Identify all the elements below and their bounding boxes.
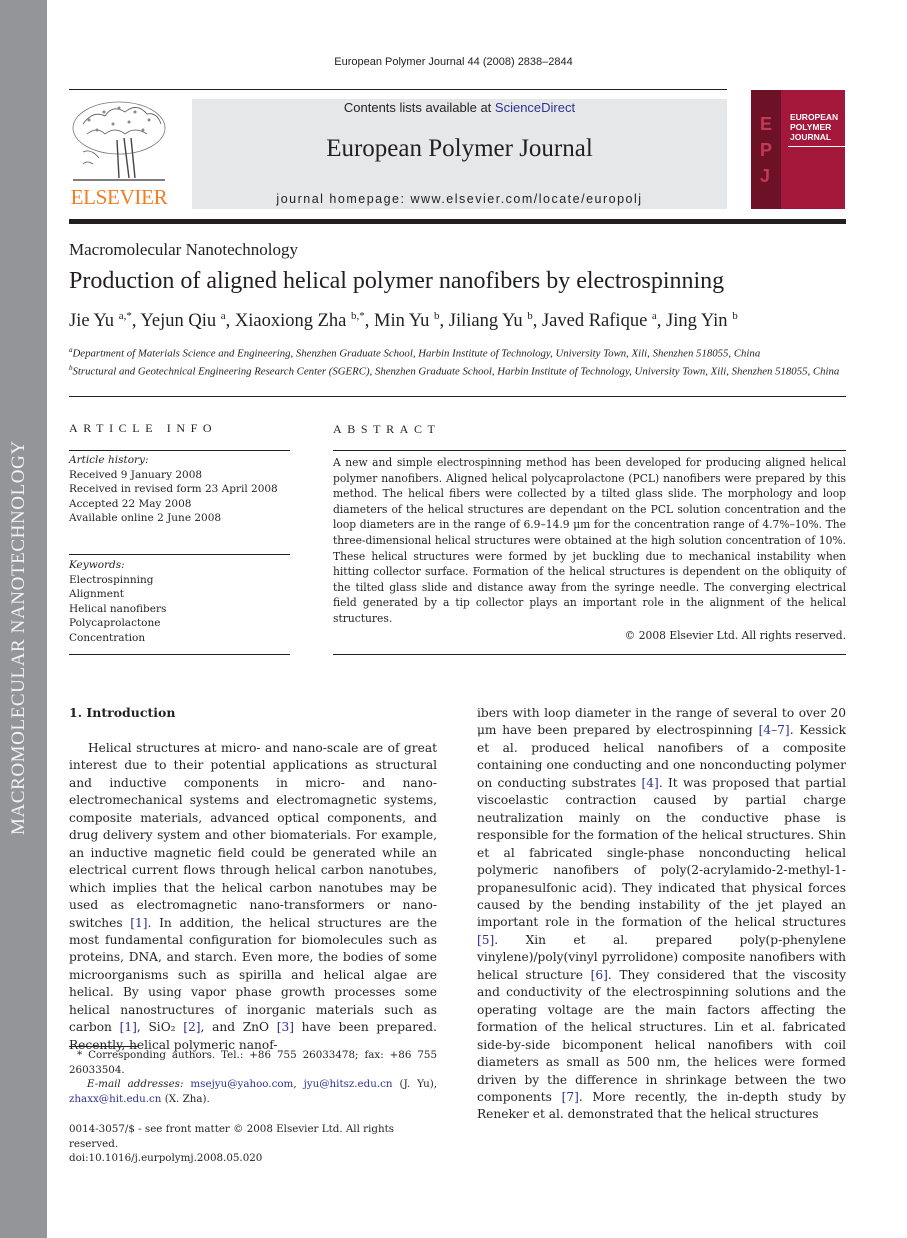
cover-letter: J (760, 166, 771, 186)
elsevier-wordmark: ELSEVIER (70, 185, 168, 209)
author[interactable]: Yejun Qiu a (140, 310, 225, 331)
keyword: Alignment (69, 588, 124, 600)
keywords: Keywords: Electrospinning Alignment Heli… (69, 558, 166, 645)
divider (333, 450, 846, 451)
running-head: European Polymer Journal 44 (2008) 2838–… (334, 56, 573, 68)
cover-divider (788, 146, 845, 147)
header-thick-rule (69, 219, 846, 224)
article-section: Macromolecular Nanotechnology (69, 240, 298, 259)
cover-title-line: POLYMER (790, 122, 832, 132)
journal-name: European Polymer Journal (326, 135, 593, 162)
keyword: Concentration (69, 631, 146, 644)
divider (69, 396, 846, 397)
article-history: Article history: Received 9 January 2008… (69, 453, 278, 526)
keywords-label: Keywords: (69, 559, 125, 571)
keyword: Polycaprolactone (69, 617, 161, 629)
citation-link[interactable]: [3] (277, 1020, 294, 1034)
article-info-heading: ARTICLE INFO (69, 421, 218, 435)
author[interactable]: Jing Yin b (666, 310, 738, 331)
history-item: Received 9 January 2008 (69, 468, 203, 481)
journal-banner: Contents lists available at ScienceDirec… (192, 99, 727, 209)
cover-letter: P (760, 140, 773, 160)
corresponding-note: * Corresponding authors. Tel.: +86 755 2… (69, 1049, 437, 1076)
author-list: Jie Yu a,*, Yejun Qiu a, Xiaoxiong Zha b… (69, 310, 738, 332)
journal-cover-thumbnail[interactable]: E P J EUROPEAN POLYMER JOURNAL (751, 90, 845, 209)
divider (69, 554, 290, 555)
contents-prefix: Contents lists available at (343, 100, 495, 115)
abstract-heading: ABSTRACT (333, 422, 441, 436)
cover-title-line: EUROPEAN (790, 112, 839, 122)
divider (333, 654, 846, 655)
history-item: Available online 2 June 2008 (69, 512, 222, 524)
header-rule (69, 89, 727, 90)
body-text: , SiO₂ (136, 1020, 184, 1035)
cover-title-line: JOURNAL (790, 132, 832, 142)
affiliation-b: bStructural and Geotechnical Engineering… (69, 364, 840, 378)
abstract-copyright: © 2008 Elsevier Ltd. All rights reserved… (624, 629, 846, 642)
body-column-right: ibers with loop diameter in the range of… (477, 705, 846, 1124)
side-band-label: MACROMOLECULAR NANOTECHNOLOGY (8, 440, 29, 835)
citation-link[interactable]: [4] (642, 776, 659, 790)
footnote: * Corresponding authors. Tel.: +86 755 2… (69, 1048, 437, 1106)
journal-homepage-link[interactable]: journal homepage: www.elsevier.com/locat… (192, 192, 727, 206)
history-item: Received in revised form 23 April 2008 (69, 483, 278, 495)
citation-link[interactable]: [6] (591, 968, 608, 982)
citation-link[interactable]: [7] (562, 1090, 579, 1104)
author[interactable]: Jiliang Yu b (449, 310, 533, 331)
abstract-text: A new and simple electrospinning method … (333, 456, 846, 625)
email-link[interactable]: zhaxx@hit.edu.cn (69, 1093, 161, 1105)
citation-link[interactable]: [4–7] (759, 723, 790, 737)
body-text: . They considered that the viscosity and… (477, 967, 846, 1104)
cover-letter: E (760, 114, 773, 134)
cover-title: EUROPEAN POLYMER JOURNAL (790, 112, 838, 142)
affiliation-a: aDepartment of Materials Science and Eng… (69, 346, 761, 360)
email-link[interactable]: jyu@hitsz.edu.cn (304, 1078, 393, 1090)
citation-link[interactable]: [5] (477, 933, 494, 947)
section-side-band: MACROMOLECULAR NANOTECHNOLOGY (0, 0, 47, 1238)
sciencedirect-link[interactable]: ScienceDirect (495, 100, 575, 115)
author[interactable]: Javed Rafique a (542, 310, 657, 331)
email-note: E-mail addresses: msejyu@yahoo.com, jyu@… (69, 1078, 437, 1105)
body-text: , and ZnO (200, 1020, 277, 1035)
keyword: Helical nanofibers (69, 602, 167, 615)
elsevier-logo[interactable]: ELSEVIER (69, 98, 169, 210)
history-item: Accepted 22 May 2008 (69, 497, 192, 510)
elsevier-tree-icon (72, 101, 166, 181)
author[interactable]: Jie Yu a,* (69, 310, 132, 331)
affiliations: aDepartment of Materials Science and Eng… (69, 343, 849, 379)
issn-line: 0014-3057/$ - see front matter © 2008 El… (69, 1123, 395, 1150)
citation-link[interactable]: [1] (130, 916, 147, 930)
keyword: Electrospinning (69, 573, 154, 586)
introduction-heading: 1. Introduction (69, 705, 176, 720)
divider (69, 450, 290, 451)
divider (69, 654, 290, 655)
article-title: Production of aligned helical polymer na… (69, 268, 725, 294)
contents-line: Contents lists available at ScienceDirec… (192, 100, 727, 115)
issn-block: 0014-3057/$ - see front matter © 2008 El… (69, 1122, 437, 1166)
body-column-left: Helical structures at micro- and nano-sc… (69, 740, 437, 1054)
citation-link[interactable]: [2] (183, 1020, 200, 1034)
body-text: . In addition, the helical structures ar… (69, 915, 438, 1035)
body-text: . It was proposed that partial viscoelas… (477, 775, 846, 930)
history-label: Article history: (69, 454, 149, 466)
body-text: Helical structures at micro- and nano-sc… (69, 741, 437, 930)
email-link[interactable]: msejyu@yahoo.com (190, 1078, 293, 1090)
author[interactable]: Xiaoxiong Zha b,* (235, 310, 365, 331)
footnote-rule (69, 1046, 138, 1047)
citation-link[interactable]: [1] (120, 1020, 137, 1034)
doi-link[interactable]: doi:10.1016/j.eurpolymj.2008.05.020 (69, 1151, 437, 1166)
author[interactable]: Min Yu b (374, 310, 439, 331)
